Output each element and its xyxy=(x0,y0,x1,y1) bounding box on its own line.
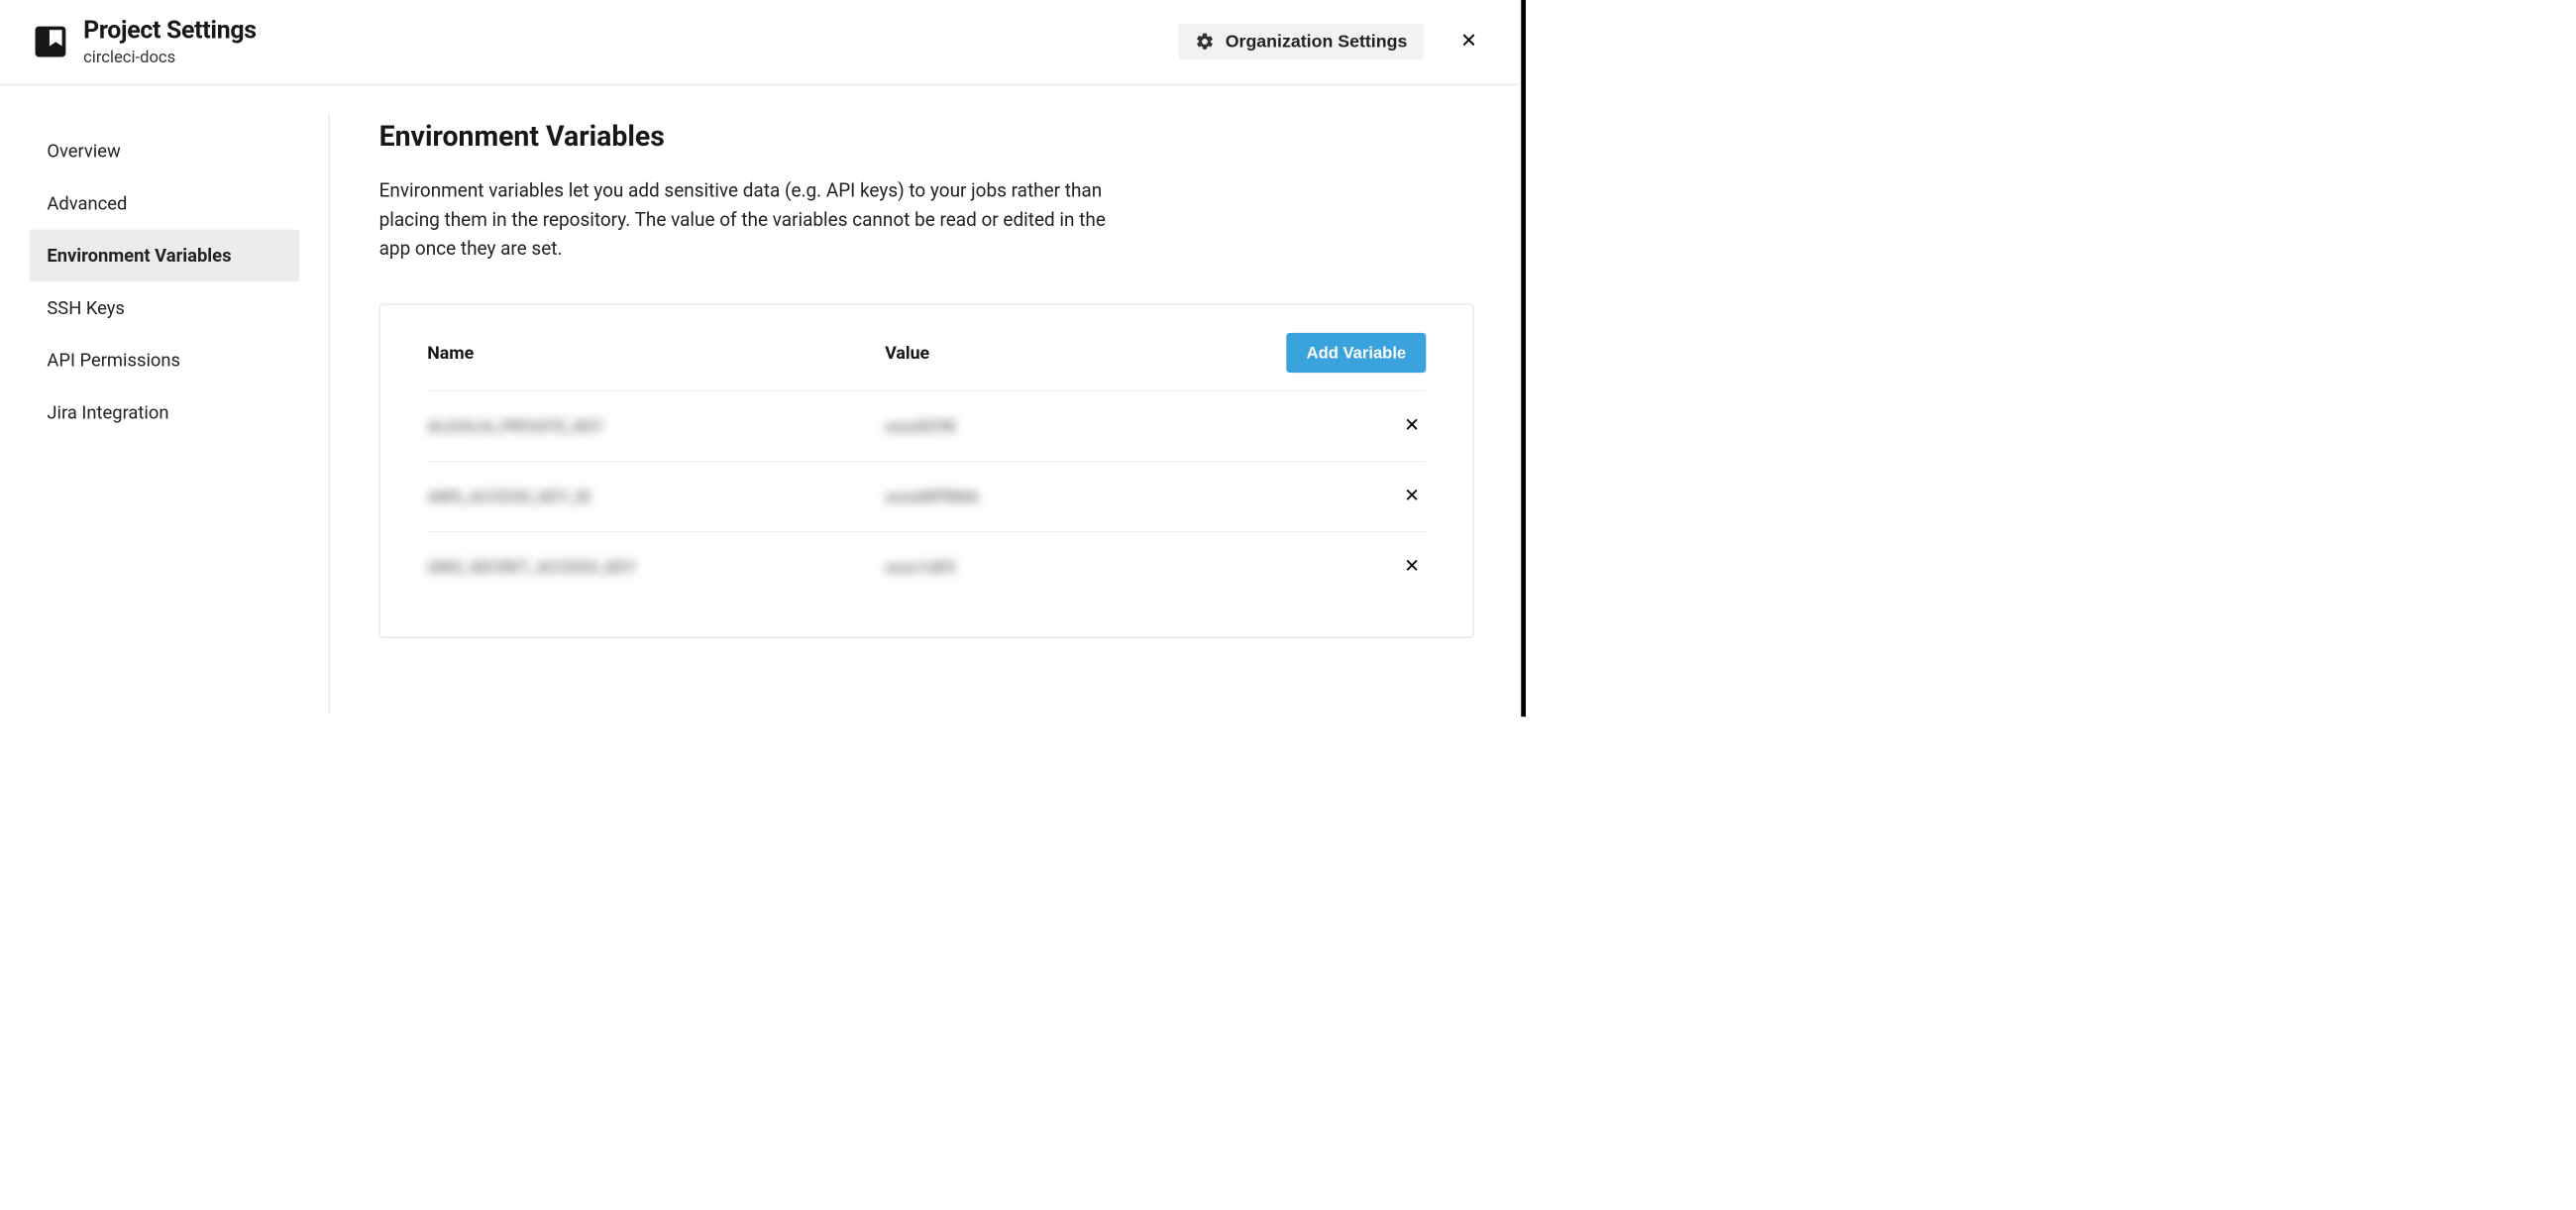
sidebar-item-advanced[interactable]: Advanced xyxy=(30,177,299,230)
add-variable-label: Add Variable xyxy=(1307,344,1406,362)
close-icon xyxy=(1460,31,1478,49)
close-button[interactable] xyxy=(1451,26,1485,56)
project-name: circleci-docs xyxy=(83,48,1160,67)
delete-variable-button[interactable] xyxy=(1398,555,1426,580)
add-variable-button[interactable]: Add Variable xyxy=(1287,333,1427,373)
sidebar-item-ssh-keys[interactable]: SSH Keys xyxy=(30,281,299,334)
page-title: Project Settings xyxy=(83,17,1160,46)
sidebar: Overview Advanced Environment Variables … xyxy=(0,85,329,714)
header: Project Settings circleci-docs Organizat… xyxy=(0,0,1521,85)
bookmark-icon xyxy=(36,26,66,56)
close-icon xyxy=(1404,487,1421,503)
sidebar-item-overview[interactable]: Overview xyxy=(30,125,299,177)
sidebar-item-label: Advanced xyxy=(47,192,127,214)
sidebar-item-label: Overview xyxy=(47,141,120,163)
env-var-name: AWS_SECRET_ACCESS_KEY xyxy=(427,557,635,577)
sidebar-item-environment-variables[interactable]: Environment Variables xyxy=(30,230,299,282)
sidebar-item-api-permissions[interactable]: API Permissions xyxy=(30,334,299,386)
env-var-card: Name Value Add Variable ALGOLIA_PRIVATE_… xyxy=(379,303,1474,638)
delete-variable-button[interactable] xyxy=(1398,414,1426,439)
env-var-value: xxxx1d05 xyxy=(885,557,955,577)
header-titles: Project Settings circleci-docs xyxy=(83,17,1160,67)
section-description: Environment variables let you add sensit… xyxy=(379,176,1136,264)
gear-icon xyxy=(1195,32,1215,52)
table-row: AWS_ACCESS_KEY_ID xxxxMPRMA xyxy=(427,462,1426,532)
section-heading: Environment Variables xyxy=(379,119,1474,153)
close-icon xyxy=(1404,416,1421,433)
sidebar-item-label: API Permissions xyxy=(47,350,180,372)
env-var-name: AWS_ACCESS_KEY_ID xyxy=(427,487,590,506)
sidebar-item-label: Jira Integration xyxy=(47,401,168,423)
delete-variable-button[interactable] xyxy=(1398,485,1426,509)
column-header-value: Value xyxy=(885,343,1286,364)
env-var-value: xxxx8298 xyxy=(885,416,955,436)
table-header: Name Value Add Variable xyxy=(427,333,1426,391)
column-header-name: Name xyxy=(427,343,885,364)
table-row: AWS_SECRET_ACCESS_KEY xxxx1d05 xyxy=(427,532,1426,602)
sidebar-item-label: SSH Keys xyxy=(47,297,125,319)
main-content: Environment Variables Environment variab… xyxy=(330,85,1521,714)
env-var-value: xxxxMPRMA xyxy=(885,487,979,506)
close-icon xyxy=(1404,557,1421,574)
table-row: ALGOLIA_PRIVATE_KEY xxxx8298 xyxy=(427,391,1426,462)
sidebar-item-jira-integration[interactable]: Jira Integration xyxy=(30,386,299,439)
sidebar-item-label: Environment Variables xyxy=(47,245,231,267)
organization-settings-label: Organization Settings xyxy=(1226,32,1408,52)
env-var-name: ALGOLIA_PRIVATE_KEY xyxy=(427,416,603,436)
organization-settings-button[interactable]: Organization Settings xyxy=(1178,23,1424,59)
